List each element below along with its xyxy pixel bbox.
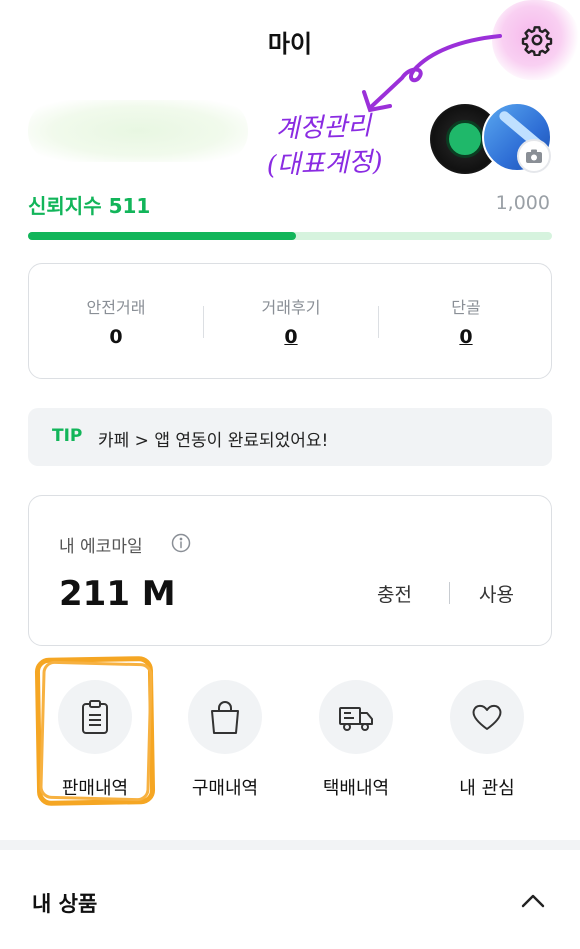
- menu-purchase-history[interactable]: 구매내역: [170, 680, 280, 810]
- my-products-title: 내 상품: [32, 892, 98, 916]
- annotation-arrow: [362, 34, 502, 113]
- section-divider: [0, 840, 580, 850]
- info-icon[interactable]: [171, 533, 191, 553]
- stat-regulars[interactable]: 단골 0: [379, 294, 553, 348]
- charge-button[interactable]: 충전: [377, 580, 412, 607]
- stat-value: 0: [459, 326, 473, 348]
- heart-icon: [472, 704, 502, 730]
- trust-score-max: 1,000: [495, 192, 550, 214]
- annotation-line-2: (대표계정): [266, 146, 384, 182]
- menu-label: 구매내역: [191, 778, 259, 799]
- menu-label: 택배내역: [322, 778, 390, 799]
- menu-icon-circle: [319, 680, 393, 754]
- eco-mile-card: 내 에코마일 211 M 충전 사용: [28, 495, 552, 646]
- tip-tag: TIP: [52, 426, 83, 446]
- stat-safe-trade[interactable]: 안전거래 0: [29, 294, 203, 348]
- avatar-logo: [446, 120, 484, 158]
- tip-banner[interactable]: TIP 카페 > 앱 연동이 완료되었어요!: [28, 408, 552, 466]
- stat-value: 0: [109, 326, 123, 348]
- trade-stats-card: 안전거래 0 거래후기 0 단골 0: [28, 263, 552, 379]
- shopping-bag-icon: [211, 701, 239, 734]
- eco-mile-amount: 211 M: [59, 574, 176, 614]
- menu-icon-circle: [188, 680, 262, 754]
- menu-icon-circle: [450, 680, 524, 754]
- eco-mile-label: 내 에코마일: [59, 537, 143, 557]
- trust-score-label: 신뢰지수 511: [28, 194, 151, 218]
- tip-text: 카페 > 앱 연동이 완료되었어요!: [98, 431, 329, 451]
- blurred-profile-name: [28, 100, 248, 162]
- menu-label: 내 관심: [459, 778, 515, 799]
- gear-icon: [521, 26, 553, 56]
- stat-value: 0: [284, 326, 298, 348]
- use-button[interactable]: 사용: [479, 580, 514, 607]
- menu-favorites[interactable]: 내 관심: [432, 680, 542, 810]
- annotation-highlight-box: [39, 660, 153, 802]
- stat-label: 거래후기: [261, 298, 321, 317]
- menu-delivery-history[interactable]: 택배내역: [301, 680, 411, 810]
- camera-icon: [526, 149, 542, 163]
- divider: [449, 582, 450, 604]
- chevron-up-icon[interactable]: [520, 892, 546, 910]
- truck-icon: [339, 707, 373, 731]
- camera-button[interactable]: [517, 139, 551, 173]
- stat-reviews[interactable]: 거래후기 0: [204, 294, 378, 348]
- trust-progress-bar: [28, 232, 552, 240]
- annotation-text: 계정관리 (대표계정): [235, 107, 413, 185]
- stat-label: 단골: [451, 298, 481, 317]
- stat-label: 안전거래: [86, 298, 146, 317]
- trust-progress-fill: [28, 232, 296, 240]
- annotation-line-1: 계정관리: [275, 111, 372, 145]
